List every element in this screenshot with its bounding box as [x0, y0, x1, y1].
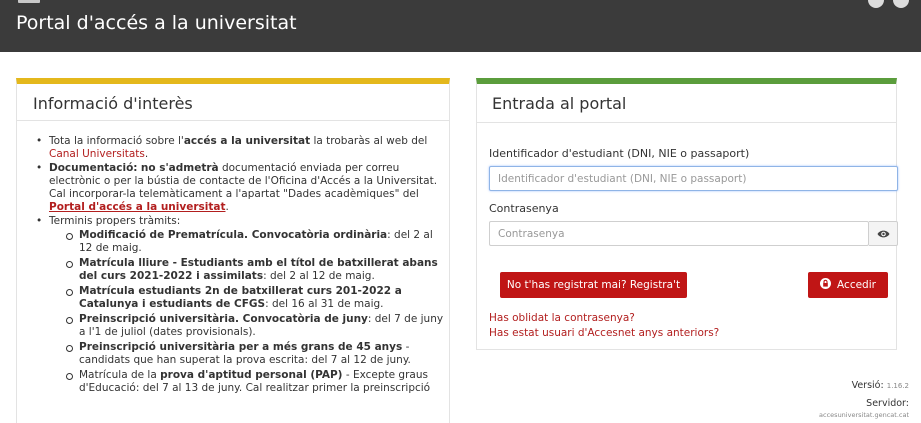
item-text: Tota la informació sobre l': [49, 135, 184, 147]
list-item: Terminis propers tràmits: Modificació de…: [33, 215, 445, 395]
list-item: Documentació: no s'admetrà documentació …: [33, 162, 445, 214]
item-text: Matrícula de la: [79, 369, 161, 381]
sub-list-item: Preinscripció universitària. Convocatòri…: [49, 313, 445, 339]
sub-list-item: Matrícula de la prova d'aptitud personal…: [49, 369, 445, 395]
item-bold: prova d'aptitud personal (PAP): [160, 369, 343, 381]
header-round-button[interactable]: [893, 0, 909, 8]
accesnet-user-link[interactable]: Has estat usuari d'Accesnet anys anterio…: [489, 327, 719, 339]
student-id-label: Identificador d'estudiant (DNI, NIE o pa…: [489, 147, 750, 160]
item-text: .: [144, 148, 149, 160]
canal-universitats-link[interactable]: Canal Universitats: [49, 148, 145, 160]
item-text: : del 2 al 12 de maig.: [263, 270, 375, 282]
header-logo: [18, 0, 40, 3]
login-panel: Entrada al portal Identificador d'estudi…: [476, 78, 898, 350]
lock-icon: [820, 278, 832, 292]
show-password-button[interactable]: [869, 221, 898, 246]
item-bold: Preinscripció universitària. Convocatòri…: [79, 313, 368, 325]
password-input[interactable]: [489, 221, 869, 246]
login-panel-divider: [477, 122, 896, 123]
item-bold: Preinscripció universitària per a més gr…: [79, 341, 403, 353]
version-label: Versió:: [851, 380, 884, 391]
sub-list-item: Matrícula lliure - Estudiants amb el tít…: [49, 257, 445, 283]
item-bold: Documentació:: [49, 162, 138, 174]
terminis-label: Terminis propers tràmits:: [49, 215, 181, 227]
item-bold: accés a la universitat: [183, 135, 311, 147]
student-id-input[interactable]: [489, 166, 898, 191]
password-label: Contrasenya: [489, 202, 559, 215]
page-title: Portal d'accés a la universitat: [16, 12, 297, 34]
server-value: accesuniversitat.gencat.cat: [819, 411, 909, 419]
list-item: Tota la informació sobre l'accés a la un…: [33, 135, 445, 161]
sub-list-item: Preinscripció universitària per a més gr…: [49, 341, 445, 367]
login-button-label: Accedir: [837, 279, 876, 291]
item-text: : del 16 al 31 de maig.: [265, 298, 384, 310]
portal-acces-link[interactable]: Portal d'accés a la universitat: [49, 201, 226, 213]
version-info: Versió: 1.16.2: [852, 380, 909, 391]
header-round-button[interactable]: [868, 0, 884, 8]
item-bold: no s'admetrà: [140, 162, 219, 174]
app-header: Portal d'accés a la universitat: [0, 0, 921, 52]
server-label: Servidor:: [866, 398, 909, 409]
eye-icon: [877, 230, 890, 238]
login-panel-title: Entrada al portal: [492, 94, 627, 113]
forgot-password-link[interactable]: Has oblidat la contrasenya?: [489, 312, 635, 324]
info-panel-divider: [17, 120, 449, 121]
info-panel: Informació d'interès Tota la informació …: [16, 78, 450, 423]
sub-list-item: Modificació de Prematrícula. Convocatòri…: [49, 229, 445, 255]
login-button[interactable]: Accedir: [808, 272, 888, 298]
item-text: la trobaràs al web del: [310, 135, 428, 147]
item-text: .: [225, 201, 229, 213]
terminis-list: Modificació de Prematrícula. Convocatòri…: [49, 229, 445, 395]
sub-list-item: Matrícula estudiants 2n de batxillerat c…: [49, 285, 445, 311]
info-list: Tota la informació sobre l'accés a la un…: [33, 135, 445, 397]
item-bold: Modificació de Prematrícula. Convocatòri…: [79, 229, 388, 241]
version-value: 1.16.2: [886, 382, 909, 390]
item-bold: Matrícula lliure - Estudiants amb el tít…: [79, 257, 438, 282]
info-panel-title: Informació d'interès: [33, 94, 193, 113]
register-button[interactable]: No t'has registrat mai? Registra't: [500, 272, 687, 298]
